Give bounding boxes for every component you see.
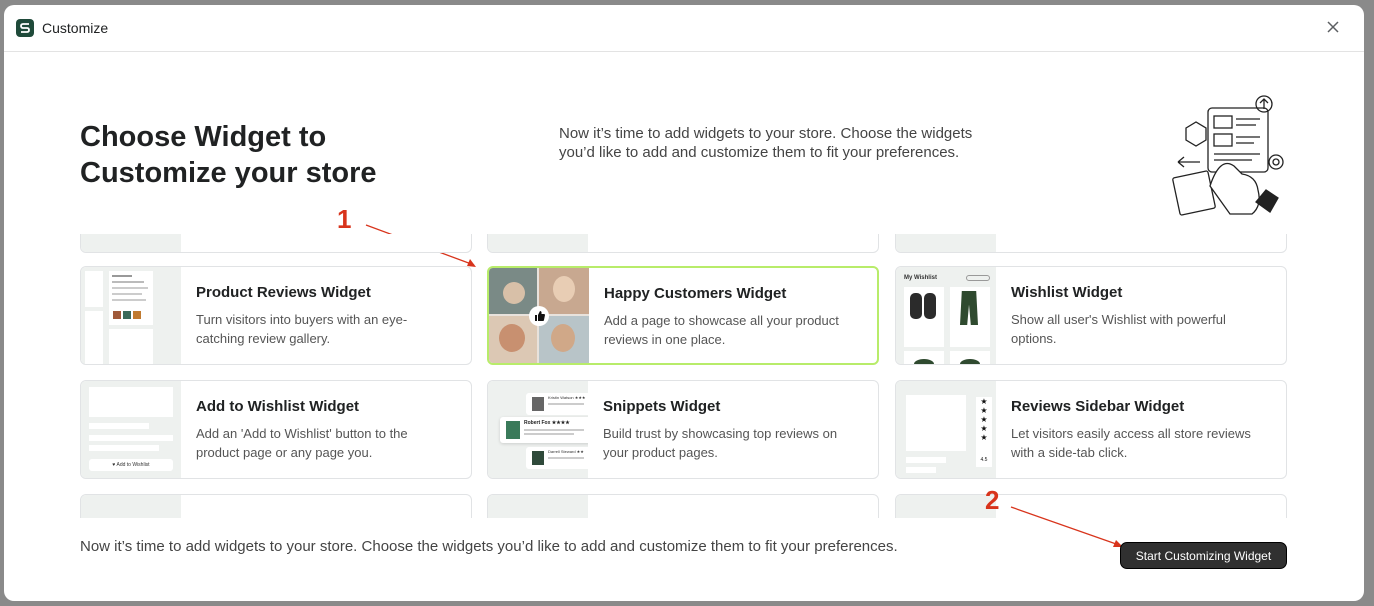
thumbs-up-icon — [535, 311, 545, 321]
product-reviews-thumbnail — [81, 267, 181, 364]
widget-title: Wishlist Widget — [1011, 284, 1123, 301]
customize-illustration — [1164, 90, 1294, 220]
page-title: Choose Widget to Customize your store — [80, 121, 377, 189]
widget-title: Product Reviews Widget — [196, 284, 371, 301]
widget-description: Show all user's Wishlist with powerful o… — [1011, 312, 1226, 346]
modal-titlebar: Customize — [4, 5, 1364, 52]
add-to-wishlist-thumbnail: ♥ Add to Wishlist — [81, 381, 181, 478]
snippet-thumb-name: Robert Fox ★★★★ — [524, 420, 570, 426]
widget-title: Snippets Widget — [603, 398, 721, 415]
widget-description: Build trust by showcasing top reviews on… — [603, 426, 838, 460]
widget-card-add-to-wishlist[interactable]: ♥ Add to Wishlist Add to Wishlist Widget… — [80, 380, 472, 479]
start-customizing-button[interactable]: Start Customizing Widget — [1120, 542, 1287, 569]
annotation-marker-2: 2 — [985, 485, 1000, 515]
wishlist-thumb-label: My Wishlist — [904, 275, 937, 281]
annotation-arrow-2 — [1010, 506, 1123, 547]
app-logo-icon — [16, 19, 34, 37]
widget-card-partial — [487, 494, 879, 518]
widget-description: Add a page to showcase all your product … — [604, 313, 839, 347]
widget-title: Happy Customers Widget — [604, 285, 787, 302]
widget-card-product-reviews[interactable]: Product Reviews Widget Turn visitors int… — [80, 266, 472, 365]
widget-title: Add to Wishlist Widget — [196, 398, 360, 415]
widget-grid: Product Reviews Widget Turn visitors int… — [4, 234, 1364, 518]
wishlist-thumbnail: My Wishlist — [896, 267, 996, 364]
snippets-thumbnail: Kristin Watson ★★★ Robert Fox ★★★★ Darre… — [488, 381, 588, 478]
snippet-thumb-name: Kristin Watson ★★★ — [548, 395, 586, 400]
widget-card-partial — [487, 234, 879, 253]
intro-text: Now it’s time to add widgets to your sto… — [559, 125, 973, 161]
widget-card-wishlist[interactable]: My Wishlist Wishlist Widget Show all use… — [895, 266, 1287, 365]
happy-customers-thumbnail — [489, 268, 589, 363]
widget-card-partial — [895, 234, 1287, 253]
add-to-wishlist-thumb-button: ♥ Add to Wishlist — [89, 459, 173, 471]
footer-text: Now it’s time to add widgets to your sto… — [80, 538, 898, 555]
widget-card-happy-customers[interactable]: Happy Customers Widget Add a page to sho… — [487, 266, 879, 365]
reviews-sidebar-thumbnail: ★ ★ ★ ★ ★ 4.5 — [896, 381, 996, 478]
widget-card-partial — [80, 234, 472, 253]
widget-card-snippets[interactable]: Kristin Watson ★★★ Robert Fox ★★★★ Darre… — [487, 380, 879, 479]
customize-modal: Customize Choose Widget to Customize you… — [4, 5, 1364, 601]
widget-description: Let visitors easily access all store rev… — [1011, 426, 1251, 460]
snippet-thumb-name: Darrell Steward ★★ — [548, 449, 584, 454]
widget-title: Reviews Sidebar Widget — [1011, 398, 1185, 415]
widget-card-partial — [80, 494, 472, 518]
close-icon — [1327, 21, 1339, 33]
widget-card-reviews-sidebar[interactable]: ★ ★ ★ ★ ★ 4.5 Reviews Sidebar Widget Let vis… — [895, 380, 1287, 479]
widget-description: Turn visitors into buyers with an eye-ca… — [196, 312, 408, 346]
close-button[interactable] — [1324, 18, 1342, 36]
sidebar-thumb-score: 4.5 — [980, 457, 988, 463]
annotation-marker-1: 1 — [337, 204, 352, 234]
window-title: Customize — [42, 20, 109, 36]
widget-description: Add an 'Add to Wishlist' button to the p… — [196, 426, 408, 460]
